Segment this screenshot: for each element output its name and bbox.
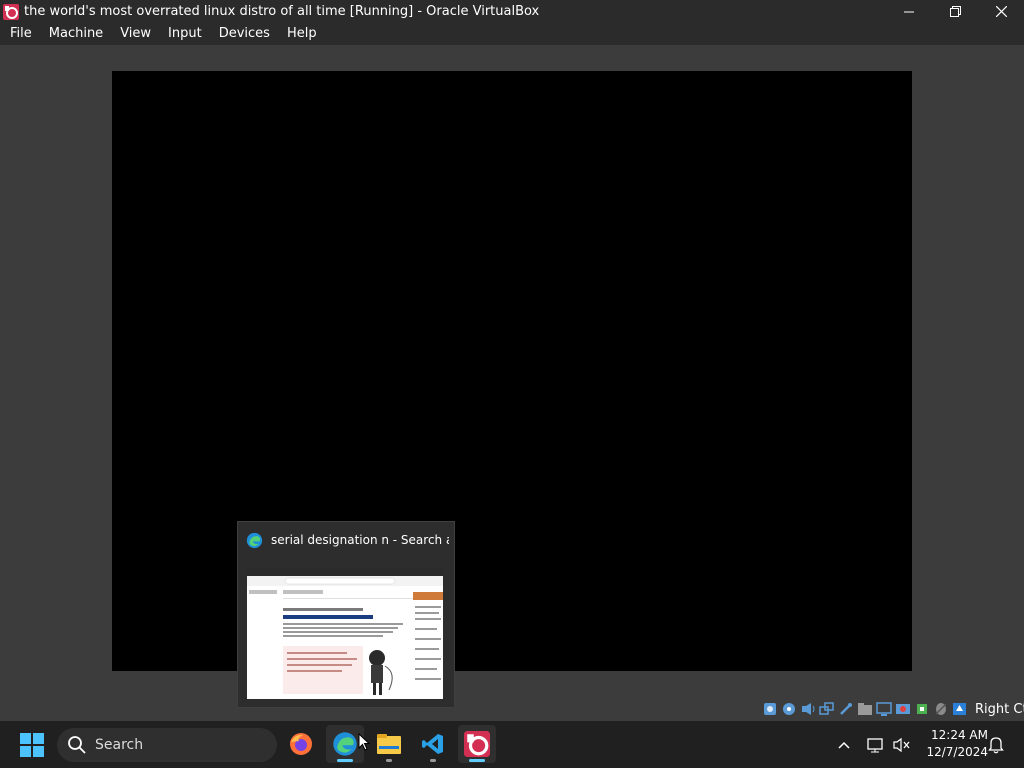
keyboard-icon[interactable]	[952, 702, 968, 716]
edge-icon	[246, 532, 263, 548]
tray-notifications[interactable]	[988, 721, 1004, 768]
display-icon[interactable]	[876, 702, 892, 716]
search-icon	[68, 736, 86, 754]
volume-muted-icon	[893, 737, 910, 752]
hard-disk-icon[interactable]	[762, 702, 778, 716]
menu-bar: File Machine View Input Devices Help	[0, 23, 1024, 45]
browser-thumbnail-image	[247, 568, 443, 695]
optical-drive-icon[interactable]	[781, 702, 797, 716]
start-button[interactable]	[20, 733, 44, 757]
windows-logo-icon	[20, 733, 44, 757]
preview-header: serial designation n - Search an...	[238, 522, 454, 558]
active-indicator	[337, 759, 353, 762]
running-indicator	[386, 759, 392, 762]
network-icon[interactable]	[819, 702, 835, 716]
preview-title: serial designation n - Search an...	[271, 533, 449, 547]
restore-icon	[949, 6, 961, 17]
usb-icon[interactable]	[838, 702, 854, 716]
tray-volume[interactable]	[892, 721, 912, 768]
running-indicator	[430, 759, 436, 762]
minimize-icon	[904, 11, 914, 12]
taskbar-clock[interactable]: 12:24 AM 12/7/2024	[918, 727, 988, 761]
system-tray	[836, 721, 852, 768]
file-explorer-icon	[377, 734, 401, 754]
virtualbox-icon	[464, 731, 490, 757]
mouse-integration-icon[interactable]	[933, 702, 949, 716]
virtualbox-icon	[3, 3, 19, 20]
minimize-button[interactable]	[886, 0, 932, 23]
taskbar-vscode[interactable]	[414, 725, 452, 763]
vm-display[interactable]	[112, 71, 912, 671]
active-indicator	[469, 759, 485, 762]
firefox-icon	[290, 733, 312, 755]
clock-date: 12/7/2024	[926, 745, 988, 759]
mouse-cursor-icon	[358, 733, 370, 751]
search-label: Search	[95, 737, 144, 753]
cpu-icon[interactable]	[914, 702, 930, 716]
character-illustration	[369, 650, 393, 695]
menu-help[interactable]: Help	[277, 23, 324, 45]
clock-time: 12:24 AM	[931, 728, 988, 742]
menu-view[interactable]: View	[110, 23, 158, 45]
taskbar-search-box[interactable]: Search	[57, 728, 277, 762]
recording-icon[interactable]	[895, 702, 911, 716]
window-controls	[886, 0, 1024, 23]
maximize-button[interactable]	[932, 0, 978, 23]
window-title: the world's most overrated linux distro …	[24, 4, 540, 19]
network-status-icon	[867, 737, 883, 752]
menu-machine[interactable]: Machine	[39, 23, 110, 45]
tray-network[interactable]	[866, 721, 886, 768]
edge-icon	[333, 732, 357, 756]
audio-icon[interactable]	[800, 702, 816, 716]
preview-thumbnail	[247, 568, 443, 699]
vscode-icon	[422, 734, 443, 754]
taskbar-firefox[interactable]	[282, 725, 320, 763]
title-bar: the world's most overrated linux distro …	[0, 0, 1024, 23]
host-key-label: Right Ctrl	[975, 701, 1024, 717]
menu-file[interactable]: File	[0, 23, 39, 45]
taskbar-virtualbox[interactable]	[458, 725, 496, 763]
close-icon	[995, 6, 1007, 17]
taskbar: Search 12:24 AM 12/7/2024	[0, 721, 1024, 768]
shared-folders-icon[interactable]	[857, 702, 873, 716]
menu-input[interactable]: Input	[158, 23, 209, 45]
taskbar-preview[interactable]: serial designation n - Search an...	[237, 521, 455, 708]
taskbar-file-explorer[interactable]	[370, 725, 408, 763]
bell-icon	[988, 736, 1004, 753]
close-button[interactable]	[978, 0, 1024, 23]
vm-status-bar: Right Ctrl	[762, 700, 1024, 718]
menu-devices[interactable]: Devices	[209, 23, 277, 45]
chevron-up-icon[interactable]	[836, 737, 852, 753]
